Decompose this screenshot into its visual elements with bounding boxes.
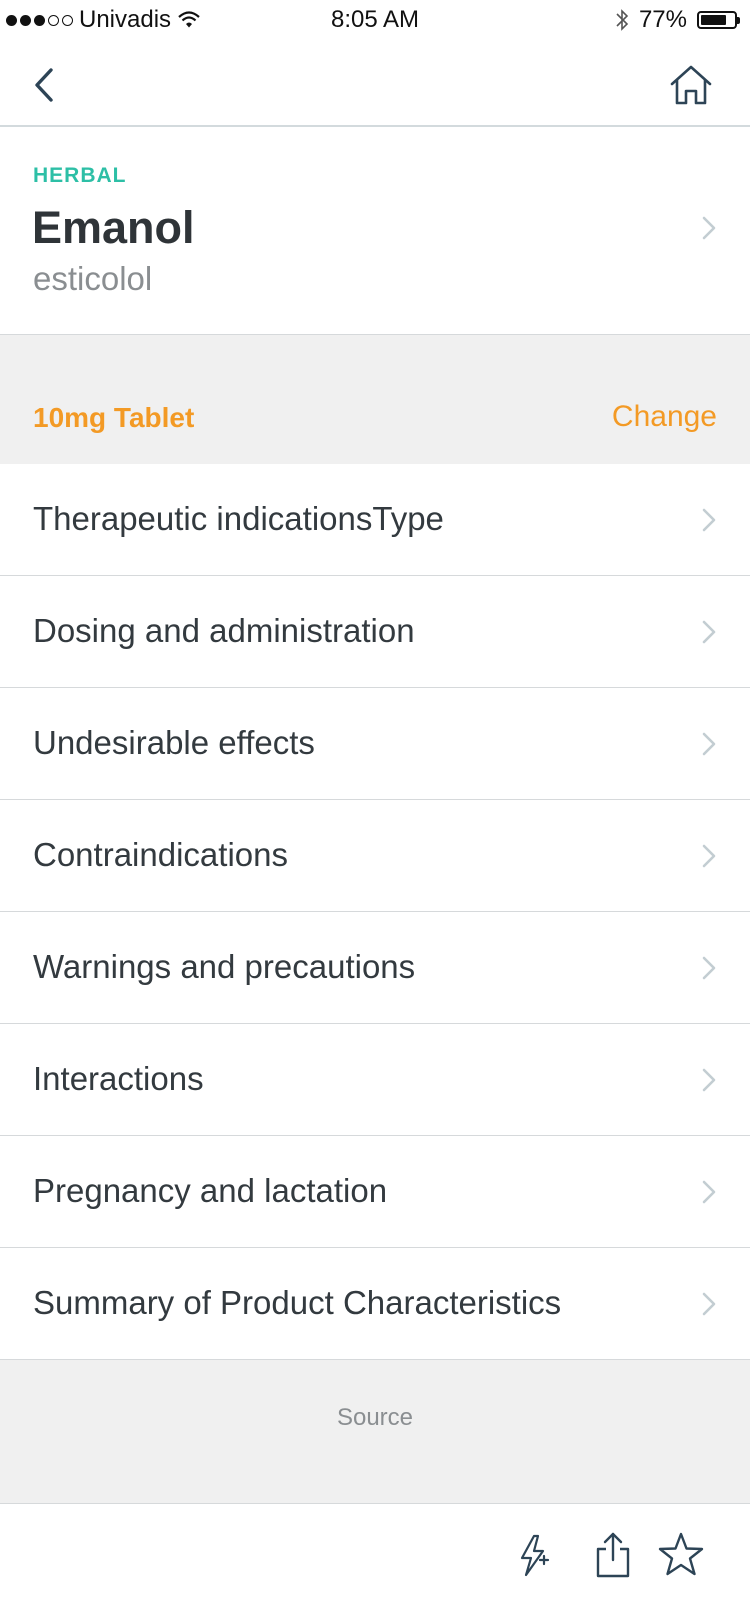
chevron-right-icon xyxy=(702,216,716,240)
battery-icon xyxy=(697,11,740,29)
status-right: 77% xyxy=(615,6,740,34)
chevron-right-icon xyxy=(702,956,716,980)
list-item-dosing-administration[interactable]: Dosing and administration xyxy=(0,576,750,688)
dosage-selector: 10mg Tablet Change xyxy=(0,335,750,464)
list-item-pregnancy-lactation[interactable]: Pregnancy and lactation xyxy=(0,1136,750,1248)
star-icon[interactable] xyxy=(656,1530,706,1580)
share-icon[interactable] xyxy=(588,1530,638,1580)
battery-fill xyxy=(701,15,726,25)
battery-percent: 77% xyxy=(638,6,687,33)
chevron-right-icon xyxy=(702,844,716,868)
source-link[interactable]: Source xyxy=(0,1404,750,1432)
status-bar: Univadis 8:05 AM 77% xyxy=(0,0,750,40)
list-item-label: Warnings and precautions xyxy=(33,948,416,985)
home-icon[interactable] xyxy=(668,62,714,108)
drug-category: HERBAL xyxy=(33,164,127,187)
chevron-right-icon xyxy=(702,1180,716,1204)
quick-action-icon[interactable] xyxy=(508,1530,558,1580)
list-item-undesirable-effects[interactable]: Undesirable effects xyxy=(0,688,750,800)
chevron-left-icon[interactable] xyxy=(26,64,66,106)
list-item-contraindications[interactable]: Contraindications xyxy=(0,800,750,912)
change-dosage-button[interactable]: Change xyxy=(612,400,717,434)
list-item-label: Summary of Product Characteristics xyxy=(33,1284,562,1321)
list-item-label: Contraindications xyxy=(33,836,288,873)
drug-header[interactable]: HERBAL Emanol esticolol xyxy=(0,127,750,335)
list-item-label: Interactions xyxy=(33,1060,204,1097)
drug-name: Emanol xyxy=(32,202,195,253)
list-item-label: Pregnancy and lactation xyxy=(33,1172,388,1209)
list-item-warnings-precautions[interactable]: Warnings and precautions xyxy=(0,912,750,1024)
source-section: Source xyxy=(0,1360,750,1504)
list-item-interactions[interactable]: Interactions xyxy=(0,1024,750,1136)
bottom-toolbar xyxy=(0,1504,750,1600)
list-item-therapeutic-indications[interactable]: Therapeutic indicationsType xyxy=(0,464,750,576)
chevron-right-icon xyxy=(702,1068,716,1092)
bluetooth-icon xyxy=(616,9,629,31)
chevron-right-icon xyxy=(702,732,716,756)
list-item-label: Therapeutic indicationsType xyxy=(33,500,444,537)
list-item-product-characteristics[interactable]: Summary of Product Characteristics xyxy=(0,1248,750,1360)
dosage-form: 10mg Tablet xyxy=(33,402,195,433)
list-item-label: Undesirable effects xyxy=(33,724,315,761)
chevron-right-icon xyxy=(702,508,716,532)
navigation-bar xyxy=(0,40,750,127)
chevron-right-icon xyxy=(702,1292,716,1316)
drug-generic-name: esticolol xyxy=(33,260,153,297)
list-item-label: Dosing and administration xyxy=(33,612,415,649)
chevron-right-icon xyxy=(702,620,716,644)
sections-list: Therapeutic indicationsType Dosing and a… xyxy=(0,464,750,1360)
